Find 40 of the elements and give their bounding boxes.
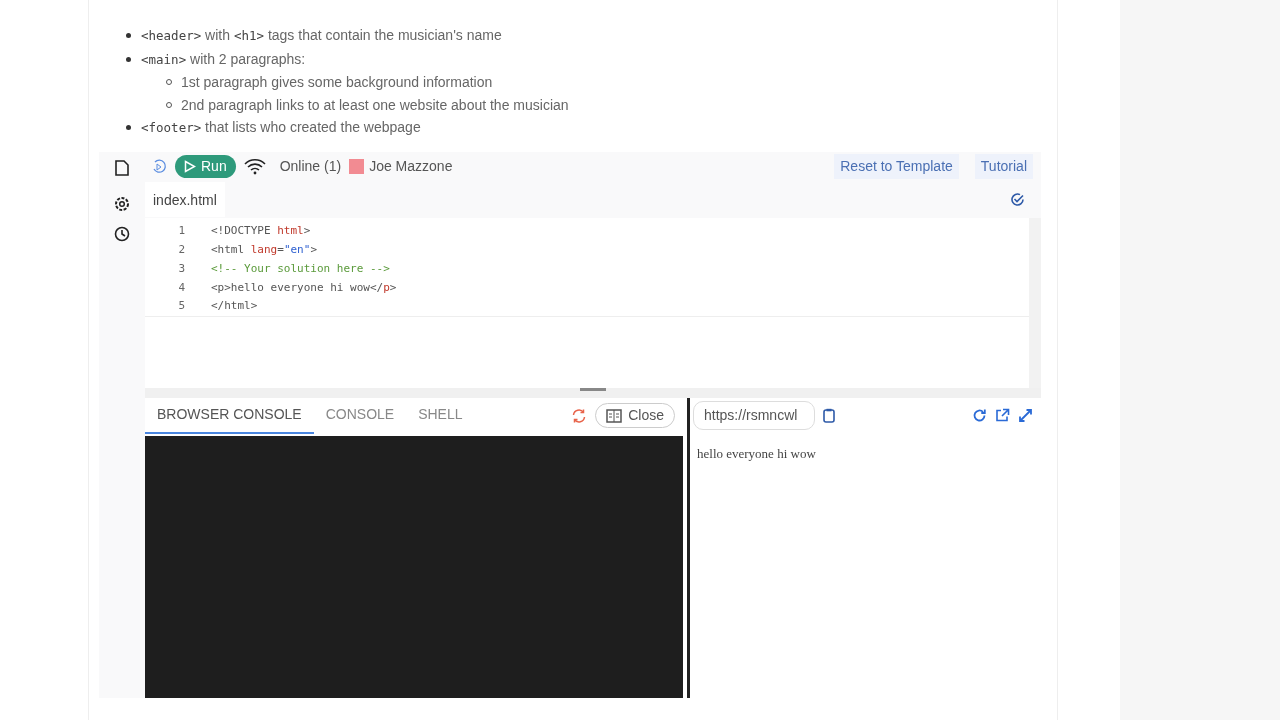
code-line: <html lang="en">: [211, 241, 317, 258]
code-line: </html>: [211, 298, 258, 315]
expand-icon[interactable]: [1018, 408, 1033, 423]
code-line: <!-- Your solution here -->: [211, 260, 390, 277]
instruction-text: 1st paragraph gives some background information: [181, 73, 493, 92]
run-button[interactable]: Run: [175, 155, 236, 178]
instruction-text: 2nd paragraph links to at least one website about the musician: [181, 95, 569, 115]
replay-icon[interactable]: [151, 158, 167, 175]
close-button[interactable]: Close: [595, 403, 675, 428]
external-link-icon[interactable]: [995, 408, 1010, 423]
code-line: <p>hello everyone hi wow</p>: [211, 279, 397, 296]
instruction-text: <footer> that lists who created the webpage: [141, 118, 421, 137]
instruction-text: <header> with <h1> tags that contain the musician's name: [141, 26, 502, 45]
play-icon: [184, 160, 196, 173]
toolbar-link[interactable]: Reset to Template: [834, 154, 959, 179]
console-tab[interactable]: SHELL: [406, 397, 475, 434]
settings-icon[interactable]: [114, 195, 130, 212]
console-tab[interactable]: BROWSER CONSOLE: [145, 397, 314, 434]
line-number: 4: [177, 279, 186, 296]
url-field[interactable]: https://rsmncwl: [693, 401, 815, 430]
preview-text: hello everyone hi wow: [696, 444, 817, 463]
user-name: Joe Mazzone: [369, 157, 453, 176]
online-status: Online (1): [279, 157, 342, 176]
panel-icon: [606, 408, 623, 423]
line-number: 1: [177, 222, 186, 239]
file-icon[interactable]: [115, 159, 129, 176]
toolbar-link[interactable]: Tutorial: [974, 154, 1033, 179]
line-number: 2: [177, 241, 186, 258]
history-icon[interactable]: [114, 225, 130, 242]
line-number: 5: [177, 298, 186, 315]
line-number: 3: [177, 260, 186, 277]
clipboard-icon[interactable]: [823, 408, 835, 423]
code-line: <!DOCTYPE html>: [211, 222, 311, 239]
refresh-icon[interactable]: [571, 407, 588, 424]
wifi-icon: [243, 158, 266, 175]
file-tab[interactable]: index.html: [145, 182, 225, 217]
console-tab[interactable]: CONSOLE: [313, 397, 407, 434]
reload-icon[interactable]: [972, 408, 987, 423]
check-circle-icon[interactable]: [1010, 192, 1025, 207]
instruction-text: <main> with 2 paragraphs:: [141, 49, 306, 69]
